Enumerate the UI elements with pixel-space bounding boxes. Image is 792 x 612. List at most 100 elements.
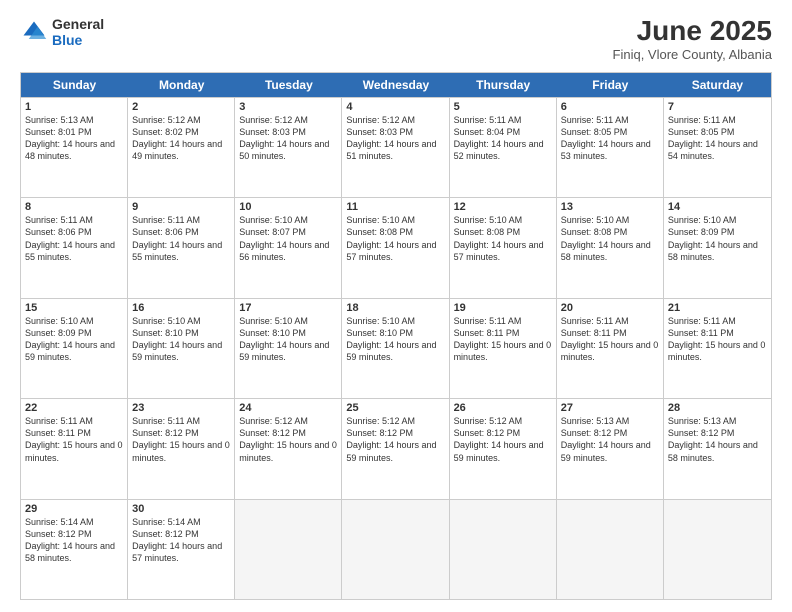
cell-empty-5 [664,500,771,599]
cell-15: 15 Sunrise: 5:10 AMSunset: 8:09 PMDaylig… [21,299,128,398]
cell-6-info: Sunrise: 5:11 AMSunset: 8:05 PMDaylight:… [561,114,659,163]
cell-18: 18 Sunrise: 5:10 AMSunset: 8:10 PMDaylig… [342,299,449,398]
title-block: June 2025 Finiq, Vlore County, Albania [613,16,772,62]
cell-4-info: Sunrise: 5:12 AMSunset: 8:03 PMDaylight:… [346,114,444,163]
cell-11: 11 Sunrise: 5:10 AMSunset: 8:08 PMDaylig… [342,198,449,297]
cell-26: 26 Sunrise: 5:12 AMSunset: 8:12 PMDaylig… [450,399,557,498]
cell-25: 25 Sunrise: 5:12 AMSunset: 8:12 PMDaylig… [342,399,449,498]
header-saturday: Saturday [664,73,771,97]
cell-2: 2 Sunrise: 5:12 AMSunset: 8:02 PMDayligh… [128,98,235,197]
cell-24-info: Sunrise: 5:12 AMSunset: 8:12 PMDaylight:… [239,415,337,464]
cell-13-info: Sunrise: 5:10 AMSunset: 8:08 PMDaylight:… [561,214,659,263]
cell-8-info: Sunrise: 5:11 AMSunset: 8:06 PMDaylight:… [25,214,123,263]
calendar-header: Sunday Monday Tuesday Wednesday Thursday… [21,73,771,97]
cell-10: 10 Sunrise: 5:10 AMSunset: 8:07 PMDaylig… [235,198,342,297]
cell-27: 27 Sunrise: 5:13 AMSunset: 8:12 PMDaylig… [557,399,664,498]
day-num-29: 29 [25,503,123,515]
day-num-9: 9 [132,201,230,213]
day-num-24: 24 [239,402,337,414]
cell-29-info: Sunrise: 5:14 AMSunset: 8:12 PMDaylight:… [25,516,123,565]
header-wednesday: Wednesday [342,73,449,97]
calendar-body: 1 Sunrise: 5:13 AMSunset: 8:01 PMDayligh… [21,97,771,599]
cell-7: 7 Sunrise: 5:11 AMSunset: 8:05 PMDayligh… [664,98,771,197]
cell-empty-2 [342,500,449,599]
cal-row-5: 29 Sunrise: 5:14 AMSunset: 8:12 PMDaylig… [21,499,771,599]
cell-1: 1 Sunrise: 5:13 AMSunset: 8:01 PMDayligh… [21,98,128,197]
header-friday: Friday [557,73,664,97]
cell-20-info: Sunrise: 5:11 AMSunset: 8:11 PMDaylight:… [561,315,659,364]
day-num-21: 21 [668,302,767,314]
day-num-2: 2 [132,101,230,113]
day-num-11: 11 [346,201,444,213]
cell-9-info: Sunrise: 5:11 AMSunset: 8:06 PMDaylight:… [132,214,230,263]
cal-row-1: 1 Sunrise: 5:13 AMSunset: 8:01 PMDayligh… [21,97,771,197]
day-num-17: 17 [239,302,337,314]
cell-24: 24 Sunrise: 5:12 AMSunset: 8:12 PMDaylig… [235,399,342,498]
cell-4: 4 Sunrise: 5:12 AMSunset: 8:03 PMDayligh… [342,98,449,197]
title-location: Finiq, Vlore County, Albania [613,47,772,62]
day-num-15: 15 [25,302,123,314]
cell-27-info: Sunrise: 5:13 AMSunset: 8:12 PMDaylight:… [561,415,659,464]
cell-empty-3 [450,500,557,599]
cell-16: 16 Sunrise: 5:10 AMSunset: 8:10 PMDaylig… [128,299,235,398]
day-num-1: 1 [25,101,123,113]
cell-14: 14 Sunrise: 5:10 AMSunset: 8:09 PMDaylig… [664,198,771,297]
day-num-28: 28 [668,402,767,414]
header-sunday: Sunday [21,73,128,97]
day-num-27: 27 [561,402,659,414]
cell-28-info: Sunrise: 5:13 AMSunset: 8:12 PMDaylight:… [668,415,767,464]
day-num-6: 6 [561,101,659,113]
cell-10-info: Sunrise: 5:10 AMSunset: 8:07 PMDaylight:… [239,214,337,263]
cell-17: 17 Sunrise: 5:10 AMSunset: 8:10 PMDaylig… [235,299,342,398]
cell-6: 6 Sunrise: 5:11 AMSunset: 8:05 PMDayligh… [557,98,664,197]
cell-22-info: Sunrise: 5:11 AMSunset: 8:11 PMDaylight:… [25,415,123,464]
day-num-25: 25 [346,402,444,414]
cell-7-info: Sunrise: 5:11 AMSunset: 8:05 PMDaylight:… [668,114,767,163]
cell-22: 22 Sunrise: 5:11 AMSunset: 8:11 PMDaylig… [21,399,128,498]
header: General Blue June 2025 Finiq, Vlore Coun… [20,16,772,62]
cell-29: 29 Sunrise: 5:14 AMSunset: 8:12 PMDaylig… [21,500,128,599]
cell-12: 12 Sunrise: 5:10 AMSunset: 8:08 PMDaylig… [450,198,557,297]
cell-19: 19 Sunrise: 5:11 AMSunset: 8:11 PMDaylig… [450,299,557,398]
day-num-3: 3 [239,101,337,113]
cell-30-info: Sunrise: 5:14 AMSunset: 8:12 PMDaylight:… [132,516,230,565]
day-num-19: 19 [454,302,552,314]
cell-26-info: Sunrise: 5:12 AMSunset: 8:12 PMDaylight:… [454,415,552,464]
logo-text: General Blue [52,16,104,48]
cell-25-info: Sunrise: 5:12 AMSunset: 8:12 PMDaylight:… [346,415,444,464]
cell-17-info: Sunrise: 5:10 AMSunset: 8:10 PMDaylight:… [239,315,337,364]
day-num-4: 4 [346,101,444,113]
cal-row-4: 22 Sunrise: 5:11 AMSunset: 8:11 PMDaylig… [21,398,771,498]
cell-30: 30 Sunrise: 5:14 AMSunset: 8:12 PMDaylig… [128,500,235,599]
calendar: Sunday Monday Tuesday Wednesday Thursday… [20,72,772,600]
cell-13: 13 Sunrise: 5:10 AMSunset: 8:08 PMDaylig… [557,198,664,297]
title-month: June 2025 [613,16,772,47]
cell-3-info: Sunrise: 5:12 AMSunset: 8:03 PMDaylight:… [239,114,337,163]
cell-16-info: Sunrise: 5:10 AMSunset: 8:10 PMDaylight:… [132,315,230,364]
logo-blue-label: Blue [52,32,104,48]
cell-20: 20 Sunrise: 5:11 AMSunset: 8:11 PMDaylig… [557,299,664,398]
day-num-30: 30 [132,503,230,515]
cell-19-info: Sunrise: 5:11 AMSunset: 8:11 PMDaylight:… [454,315,552,364]
logo-general-label: General [52,16,104,32]
day-num-5: 5 [454,101,552,113]
cell-11-info: Sunrise: 5:10 AMSunset: 8:08 PMDaylight:… [346,214,444,263]
cell-21-info: Sunrise: 5:11 AMSunset: 8:11 PMDaylight:… [668,315,767,364]
logo: General Blue [20,16,104,48]
cal-row-3: 15 Sunrise: 5:10 AMSunset: 8:09 PMDaylig… [21,298,771,398]
day-num-20: 20 [561,302,659,314]
header-tuesday: Tuesday [235,73,342,97]
cell-28: 28 Sunrise: 5:13 AMSunset: 8:12 PMDaylig… [664,399,771,498]
day-num-7: 7 [668,101,767,113]
cell-empty-4 [557,500,664,599]
logo-icon [20,18,48,46]
day-num-12: 12 [454,201,552,213]
day-num-14: 14 [668,201,767,213]
header-thursday: Thursday [450,73,557,97]
cell-1-info: Sunrise: 5:13 AMSunset: 8:01 PMDaylight:… [25,114,123,163]
day-num-18: 18 [346,302,444,314]
cell-9: 9 Sunrise: 5:11 AMSunset: 8:06 PMDayligh… [128,198,235,297]
cell-8: 8 Sunrise: 5:11 AMSunset: 8:06 PMDayligh… [21,198,128,297]
day-num-8: 8 [25,201,123,213]
cell-15-info: Sunrise: 5:10 AMSunset: 8:09 PMDaylight:… [25,315,123,364]
